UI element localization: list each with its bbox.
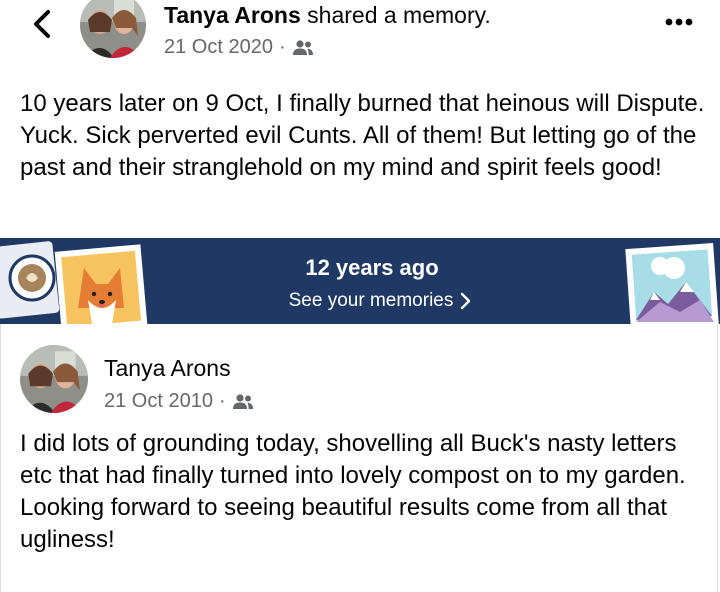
share-action-text: shared a memory. bbox=[307, 2, 491, 28]
more-horizontal-icon bbox=[665, 18, 693, 26]
chevron-right-icon bbox=[461, 292, 471, 310]
separator-dot: · bbox=[218, 390, 226, 412]
post-meta: 21 Oct 2020 · bbox=[164, 36, 314, 59]
memories-title: 12 years ago bbox=[305, 255, 439, 280]
memory-date[interactable]: 21 Oct 2010 bbox=[104, 390, 213, 413]
memory-meta: 21 Oct 2010 · bbox=[104, 390, 254, 413]
author-name[interactable]: Tanya Arons bbox=[164, 2, 301, 28]
back-button[interactable] bbox=[28, 4, 58, 44]
friends-icon bbox=[232, 393, 253, 409]
chevron-left-icon bbox=[34, 10, 50, 38]
memory-author-name[interactable]: Tanya Arons bbox=[104, 355, 231, 382]
header-title: Tanya Arons shared a memory. bbox=[164, 2, 491, 29]
avatar[interactable] bbox=[80, 0, 146, 58]
see-memories-label: See your memories bbox=[288, 290, 454, 311]
separator-dot: · bbox=[278, 36, 286, 58]
avatar[interactable] bbox=[20, 345, 88, 413]
see-memories-link[interactable]: See your memories bbox=[0, 290, 720, 312]
post-text: 10 years later on 9 Oct, I finally burne… bbox=[20, 90, 705, 181]
memory-post-text: I did lots of grounding today, shovellin… bbox=[20, 430, 686, 553]
friends-icon bbox=[292, 39, 313, 55]
post-date[interactable]: 21 Oct 2020 bbox=[164, 36, 273, 59]
more-options-button[interactable] bbox=[664, 12, 694, 32]
